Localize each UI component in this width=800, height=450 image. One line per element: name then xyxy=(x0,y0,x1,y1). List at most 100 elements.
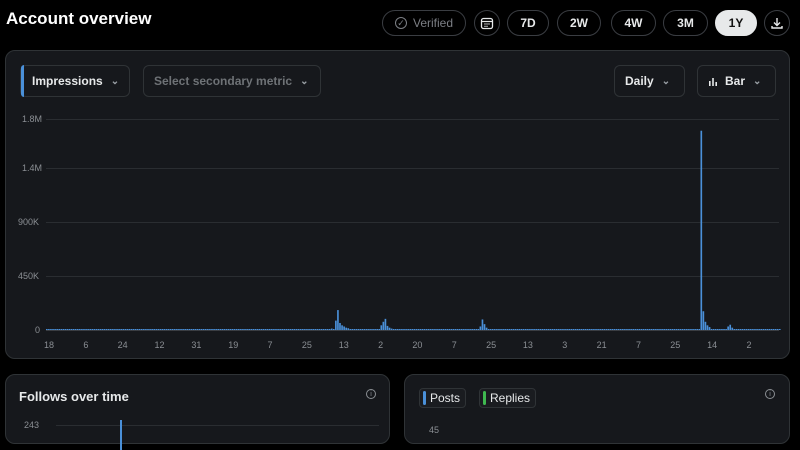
impressions-bar xyxy=(491,329,494,330)
impressions-bar xyxy=(79,329,81,330)
impressions-bar xyxy=(273,329,275,330)
impressions-bar xyxy=(582,329,585,330)
impressions-bar xyxy=(714,329,717,330)
impressions-bar xyxy=(70,329,73,330)
impressions-bar xyxy=(496,329,498,330)
impressions-bar xyxy=(275,329,277,330)
impressions-bar xyxy=(743,329,746,330)
impressions-bar xyxy=(268,329,271,330)
x-tick-label: 21 xyxy=(596,340,607,350)
replies-color-swatch xyxy=(483,391,486,405)
impressions-bar xyxy=(475,329,478,330)
impressions-bar xyxy=(401,329,403,330)
impressions-bar xyxy=(122,329,125,330)
impressions-bar xyxy=(498,329,500,330)
impressions-bar xyxy=(413,329,416,330)
range-1y-button[interactable]: 1Y xyxy=(715,10,757,36)
x-tick-label: 7 xyxy=(267,340,273,350)
range-7d-button[interactable]: 7D xyxy=(507,10,549,36)
impressions-bar xyxy=(626,329,628,330)
grid-line xyxy=(56,425,379,426)
impressions-bar xyxy=(281,329,284,330)
impressions-bar xyxy=(233,329,236,330)
impressions-bar xyxy=(394,329,397,330)
range-2w-button[interactable]: 2W xyxy=(557,10,601,36)
metric-color-indicator xyxy=(21,65,24,97)
interval-dropdown[interactable]: Daily ⌄ xyxy=(614,65,685,97)
calendar-button[interactable] xyxy=(474,10,500,36)
impressions-bar xyxy=(242,329,244,330)
impressions-bar xyxy=(295,329,298,330)
chart-style-dropdown[interactable]: Bar ⌄ xyxy=(697,65,776,97)
y-tick-label: 1.4M xyxy=(22,163,43,173)
impressions-bar xyxy=(520,329,523,330)
replies-legend-chip[interactable]: Replies xyxy=(479,388,537,408)
impressions-bar xyxy=(153,329,156,330)
impressions-bar xyxy=(194,329,197,330)
impressions-bar xyxy=(766,329,769,330)
impressions-bar xyxy=(250,329,253,330)
y-tick-label: 45 xyxy=(429,425,440,435)
impressions-bar xyxy=(132,329,135,330)
impressions-bar xyxy=(634,329,637,330)
impressions-bar xyxy=(551,329,554,330)
impressions-bar xyxy=(531,329,533,330)
impressions-bar xyxy=(739,329,742,330)
impressions-bar xyxy=(134,329,137,330)
impressions-bar xyxy=(423,329,426,330)
impressions-bar xyxy=(479,326,482,330)
impressions-bar xyxy=(469,329,471,330)
posts-legend-chip[interactable]: Posts xyxy=(419,388,467,408)
impressions-bar xyxy=(392,329,395,330)
range-4w-button[interactable]: 4W xyxy=(611,10,656,36)
impressions-bar xyxy=(512,329,515,330)
x-tick-label: 12 xyxy=(154,340,165,350)
impressions-bar xyxy=(524,329,527,330)
impressions-bar xyxy=(555,329,558,330)
impressions-bar xyxy=(143,329,145,330)
impressions-bar xyxy=(97,329,100,330)
x-tick-label: 2 xyxy=(746,340,752,350)
impressions-bar xyxy=(677,329,680,330)
info-icon[interactable]: i xyxy=(366,389,376,399)
impressions-bar xyxy=(145,329,147,330)
primary-metric-dropdown[interactable]: Impressions ⌄ xyxy=(20,65,130,97)
impressions-bar xyxy=(306,329,308,330)
impressions-bar xyxy=(103,329,106,330)
impressions-bar xyxy=(322,329,325,330)
impressions-bar xyxy=(335,320,337,330)
x-tick-label: 7 xyxy=(635,340,641,350)
impressions-bar xyxy=(665,329,668,330)
impressions-bar xyxy=(529,329,531,330)
range-3m-button[interactable]: 3M xyxy=(663,10,708,36)
impressions-bar xyxy=(615,329,618,330)
impressions-bar xyxy=(200,329,203,330)
chevron-down-icon: ⌄ xyxy=(300,75,309,87)
impressions-bar xyxy=(506,329,509,330)
impressions-bar xyxy=(174,329,176,330)
impressions-bar xyxy=(337,310,339,330)
impressions-bar xyxy=(741,329,744,330)
impressions-bar xyxy=(450,329,453,330)
verified-filter-button[interactable]: ✓ Verified xyxy=(382,10,466,36)
impressions-bar xyxy=(326,329,329,330)
impressions-bar xyxy=(287,329,290,330)
impressions-bar xyxy=(768,329,771,330)
secondary-metric-dropdown[interactable]: Select secondary metric ⌄ xyxy=(143,65,321,97)
download-button[interactable] xyxy=(764,10,790,36)
impressions-bar xyxy=(692,329,694,330)
impressions-bar xyxy=(562,329,564,330)
impressions-bar xyxy=(271,329,273,330)
impressions-bar xyxy=(68,329,71,330)
impressions-bar xyxy=(541,329,544,330)
impressions-bar xyxy=(725,329,727,330)
impressions-bar xyxy=(586,329,589,330)
impressions-bar xyxy=(312,329,314,330)
impressions-bar xyxy=(622,329,624,330)
impressions-bar xyxy=(107,329,110,330)
info-icon[interactable]: i xyxy=(765,389,775,399)
impressions-bar xyxy=(93,329,96,330)
impressions-bar xyxy=(163,329,166,330)
impressions-bar xyxy=(112,329,114,330)
impressions-bar xyxy=(522,329,525,330)
